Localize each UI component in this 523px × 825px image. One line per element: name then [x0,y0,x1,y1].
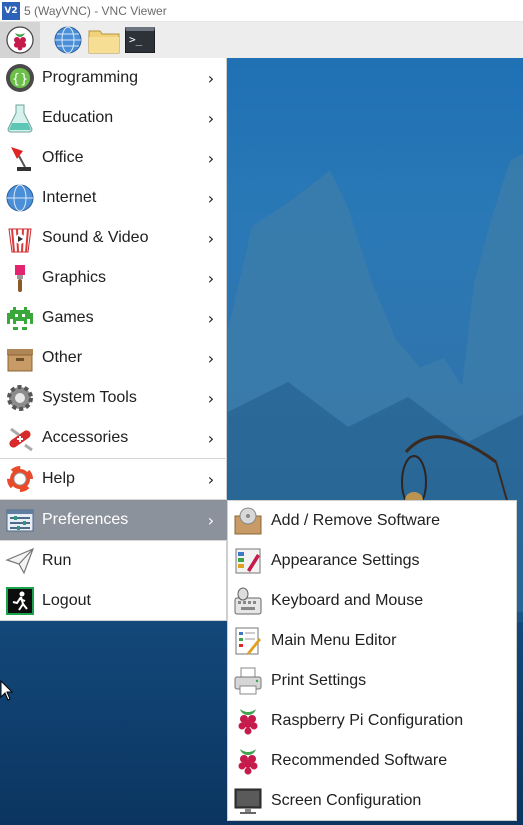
submenu-item-raspberry-pi-configuration[interactable]: Raspberry Pi Configuration [228,701,516,741]
menu-item-programming[interactable]: {} Programming › [0,58,227,98]
chevron-right-icon: › [207,188,215,208]
globe-icon [54,26,82,54]
menu-item-internet[interactable]: Internet › [0,178,227,218]
menu-item-label: Logout [42,592,91,609]
menu-item-logout[interactable]: Logout [0,581,227,621]
menu-item-other[interactable]: Other › [0,338,227,378]
applications-menu-button[interactable] [0,22,40,58]
menu-item-run[interactable]: Run [0,541,227,581]
menu-item-education[interactable]: Education › [0,98,227,138]
menu-item-label: Sound & Video [42,229,149,246]
menu-item-sound-video[interactable]: Sound & Video › [0,218,227,258]
submenu-item-label: Recommended Software [271,752,448,769]
folder-icon [88,30,120,54]
preferences-icon [4,504,36,536]
menu-item-label: Other [42,349,83,366]
menu-item-graphics[interactable]: Graphics › [0,258,227,298]
menu-item-label: Accessories [42,429,129,446]
run-icon [4,545,36,577]
submenu-item-label: Screen Configuration [271,792,422,809]
help-icon [4,463,36,495]
submenu-item-label: Appearance Settings [271,552,420,569]
raspberry-icon [232,705,264,737]
chevron-right-icon: › [207,428,215,448]
applications-menu: {} Programming › Education › Office › In… [0,58,227,621]
menu-item-accessories[interactable]: Accessories › [0,418,227,458]
menu-editor-icon [232,625,264,657]
menu-item-label: Education [42,109,114,126]
submenu-item-label: Print Settings [271,672,367,689]
menu-item-label: System Tools [42,389,137,406]
logout-icon [4,585,36,617]
launcher-terminal[interactable]: >_ [122,22,158,58]
chevron-right-icon: › [207,348,215,368]
menu-item-label: Office [42,149,84,166]
menu-item-label: Graphics [42,269,107,286]
graphics-icon [4,262,36,294]
terminal-icon: >_ [125,27,155,53]
launcher-web-browser[interactable] [50,22,86,58]
svg-text:{}: {} [12,72,29,87]
submenu-item-label: Main Menu Editor [271,632,397,649]
raspberry-icon [6,26,34,54]
chevron-right-icon: › [207,108,215,128]
menu-item-label: Internet [42,189,97,206]
package-install-icon [232,505,264,537]
submenu-item-appearance-settings[interactable]: Appearance Settings [228,541,516,581]
menu-item-label: Help [42,470,75,487]
chevron-right-icon: › [207,228,215,248]
launcher-file-manager[interactable] [86,22,122,58]
raspberry-icon [232,745,264,777]
appearance-icon [232,545,264,577]
monitor-icon [232,785,264,817]
system-tools-icon [4,382,36,414]
terminal-prompt: >_ [129,33,143,46]
chevron-right-icon: › [207,469,215,489]
menu-item-label: Programming [42,69,139,86]
menu-item-label: Preferences [42,511,129,528]
mouse-cursor-icon [0,680,14,701]
other-icon [4,342,36,374]
office-icon [4,142,36,174]
submenu-item-print-settings[interactable]: Print Settings [228,661,516,701]
submenu-item-label: Keyboard and Mouse [271,592,424,609]
programming-icon: {} [4,62,36,94]
chevron-right-icon: › [207,148,215,168]
submenu-item-label: Raspberry Pi Configuration [271,712,464,729]
submenu-item-recommended-software[interactable]: Recommended Software [228,741,516,781]
menu-item-office[interactable]: Office › [0,138,227,178]
menu-item-label: Run [42,552,72,569]
submenu-item-add-remove-software[interactable]: Add / Remove Software [228,501,516,541]
window-title-bar: V2 5 (WayVNC) - VNC Viewer [0,0,523,22]
submenu-item-screen-configuration[interactable]: Screen Configuration [228,781,516,821]
menu-item-system-tools[interactable]: System Tools › [0,378,227,418]
accessories-icon [4,422,36,454]
chevron-right-icon: › [207,308,215,328]
internet-icon [4,182,36,214]
chevron-right-icon: › [207,268,215,288]
menu-item-preferences[interactable]: Preferences › [0,500,227,540]
education-icon [4,102,36,134]
vnc-viewer-logo-icon: V2 [2,1,20,20]
chevron-right-icon: › [207,388,215,408]
window-title: 5 (WayVNC) - VNC Viewer [24,3,167,18]
submenu-item-label: Add / Remove Software [271,512,440,529]
menu-item-games[interactable]: Games › [0,298,227,338]
submenu-item-keyboard-mouse[interactable]: Keyboard and Mouse [228,581,516,621]
menu-item-help[interactable]: Help › [0,459,227,499]
sound-video-icon [4,222,36,254]
menu-item-label: Games [42,309,94,326]
keyboard-mouse-icon [232,585,264,617]
taskbar-panel: >_ [0,22,523,58]
printer-icon [232,665,264,697]
chevron-right-icon: › [207,68,215,88]
submenu-item-main-menu-editor[interactable]: Main Menu Editor [228,621,516,661]
games-icon [4,302,36,334]
preferences-submenu: Add / Remove Software Appearance Setting… [227,500,517,821]
chevron-right-icon: › [207,510,215,530]
